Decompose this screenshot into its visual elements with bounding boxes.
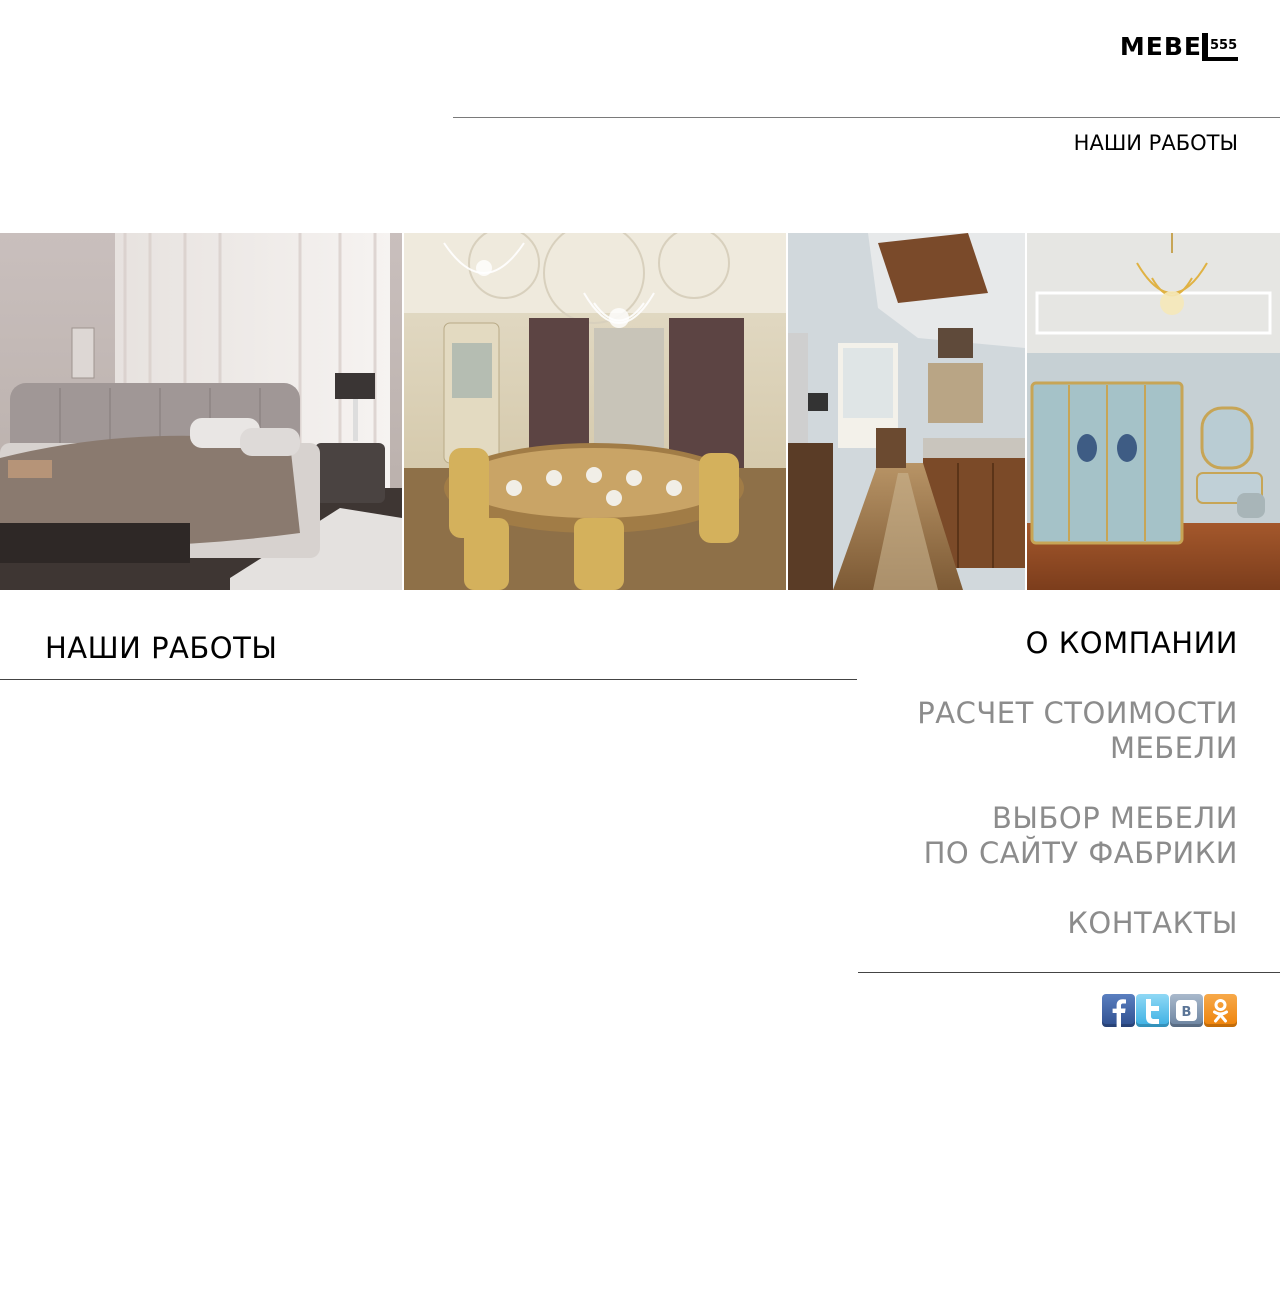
nav-item-about-company[interactable]: О КОМПАНИИ bbox=[818, 626, 1238, 661]
nav-item-choose-furniture-factory-site[interactable]: ВЫБОР МЕБЕЛИ ПО САЙТУ ФАБРИКИ bbox=[818, 801, 1238, 871]
twitter-icon[interactable] bbox=[1136, 994, 1169, 1027]
logo-number: 555 bbox=[1210, 38, 1238, 53]
nav-item-label-line1: ВЫБОР МЕБЕЛИ bbox=[992, 801, 1238, 835]
logo-wordmark: MEBE bbox=[1119, 32, 1202, 61]
section-title: НАШИ РАБОТЫ bbox=[45, 631, 278, 665]
social-links: В bbox=[1102, 994, 1237, 1027]
logo-l-mark: 555 bbox=[1202, 33, 1238, 61]
gallery-photo-dining[interactable] bbox=[404, 233, 786, 590]
photo-gallery bbox=[0, 233, 1280, 590]
nav-item-furniture-cost-calculation[interactable]: РАСЧЕТ СТОИМОСТИ МЕБЕЛИ bbox=[818, 696, 1238, 766]
section-divider bbox=[0, 679, 857, 680]
main-navigation: О КОМПАНИИ РАСЧЕТ СТОИМОСТИ МЕБЕЛИ ВЫБОР… bbox=[818, 626, 1238, 941]
odnoklassniki-icon[interactable] bbox=[1204, 994, 1237, 1027]
header-divider bbox=[453, 117, 1280, 118]
nav-item-label-line2: ПО САЙТУ ФАБРИКИ bbox=[923, 836, 1238, 870]
nav-item-contacts[interactable]: КОНТАКТЫ bbox=[818, 906, 1238, 941]
nav-item-label: КОНТАКТЫ bbox=[1067, 906, 1238, 940]
brand-logo[interactable]: MEBE 555 bbox=[1120, 33, 1238, 61]
vkontakte-icon[interactable]: В bbox=[1170, 994, 1203, 1027]
gallery-photo-classic-bedroom[interactable] bbox=[1027, 233, 1280, 590]
nav-item-label-line1: РАСЧЕТ СТОИМОСТИ bbox=[917, 696, 1238, 730]
nav-divider bbox=[858, 972, 1280, 973]
header-link-our-works[interactable]: НАШИ РАБОТЫ bbox=[1074, 130, 1238, 156]
nav-item-label: О КОМПАНИИ bbox=[1025, 626, 1238, 660]
gallery-photo-bedroom[interactable] bbox=[0, 233, 402, 590]
svg-text:В: В bbox=[1182, 1005, 1192, 1020]
nav-item-label-line2: МЕБЕЛИ bbox=[1109, 731, 1238, 765]
gallery-photo-kitchen[interactable] bbox=[788, 233, 1025, 590]
facebook-icon[interactable] bbox=[1102, 994, 1135, 1027]
